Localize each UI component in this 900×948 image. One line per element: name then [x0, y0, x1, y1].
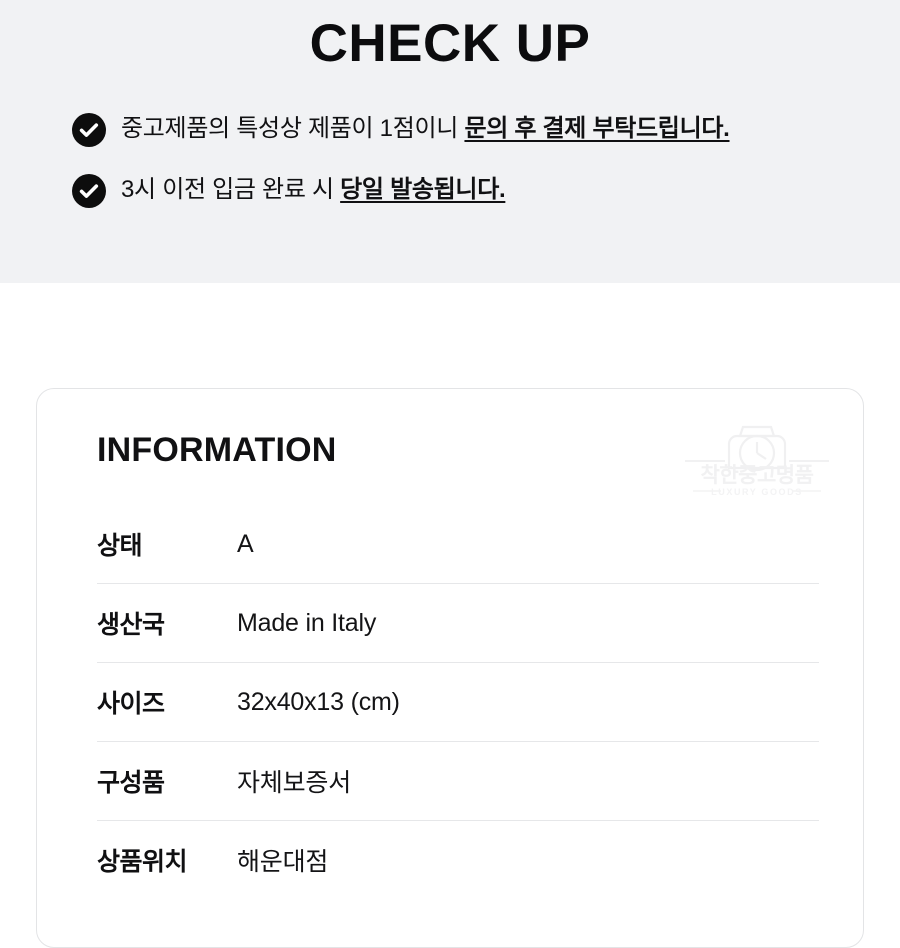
section-spacer [0, 283, 900, 388]
watch-logo-icon: 착한중고명품 LUXURY GOODS [681, 417, 833, 499]
checkup-item-text: 중고제품의 특성상 제품이 1점이니 문의 후 결제 부탁드립니다. [121, 112, 730, 146]
spec-value: 해운대점 [237, 848, 329, 876]
spec-value: A [237, 529, 254, 558]
checkup-item: 중고제품의 특성상 제품이 1점이니 문의 후 결제 부탁드립니다. [72, 112, 872, 147]
checkup-item-emphasis-text: 문의 후 결제 부탁드립니다. [464, 115, 730, 142]
spec-label: 상태 [97, 532, 143, 560]
spec-row-components: 구성품 자체보증서 [97, 741, 819, 820]
spec-row-condition: 상태 A [97, 505, 819, 583]
spec-value: 자체보증서 [237, 769, 352, 797]
checkup-item-plain-text: 중고제품의 특성상 제품이 1점이니 [121, 115, 465, 142]
spec-value: 32x40x13 (cm) [237, 687, 400, 716]
information-heading: INFORMATION [97, 431, 337, 469]
checkup-item-emphasis-text: 당일 발송됩니다. [340, 176, 506, 203]
spec-row-location: 상품위치 해운대점 [97, 820, 819, 899]
spec-value: Made in Italy [237, 608, 377, 637]
information-card: INFORMATION 착한중고명품 LUXURY GOODS 상태 A 생산국… [36, 388, 864, 948]
spec-row-origin: 생산국 Made in Italy [97, 583, 819, 662]
checkup-title: CHECK UP [309, 14, 591, 73]
svg-text:착한중고명품: 착한중고명품 [701, 464, 814, 487]
checkup-section: CHECK UP 중고제품의 특성상 제품이 1점이니 문의 후 결제 부탁드립… [0, 0, 900, 283]
spec-label: 생산국 [97, 611, 165, 639]
spec-label: 상품위치 [97, 848, 188, 876]
information-spec-table: 상태 A 생산국 Made in Italy 사이즈 32x40x13 (cm)… [97, 505, 819, 899]
spec-label: 구성품 [97, 769, 165, 797]
checkup-item-text: 3시 이전 입금 완료 시 당일 발송됩니다. [121, 173, 506, 207]
spec-row-size: 사이즈 32x40x13 (cm) [97, 662, 819, 741]
checkup-item-plain-text: 3시 이전 입금 완료 시 [121, 176, 341, 203]
checkup-item: 3시 이전 입금 완료 시 당일 발송됩니다. [72, 173, 872, 208]
check-circle-icon [72, 174, 106, 208]
check-circle-icon [72, 113, 106, 147]
svg-text:LUXURY GOODS: LUXURY GOODS [711, 487, 803, 497]
checkup-list: 중고제품의 특성상 제품이 1점이니 문의 후 결제 부탁드립니다. 3시 이전… [72, 112, 872, 234]
spec-label: 사이즈 [97, 690, 165, 718]
